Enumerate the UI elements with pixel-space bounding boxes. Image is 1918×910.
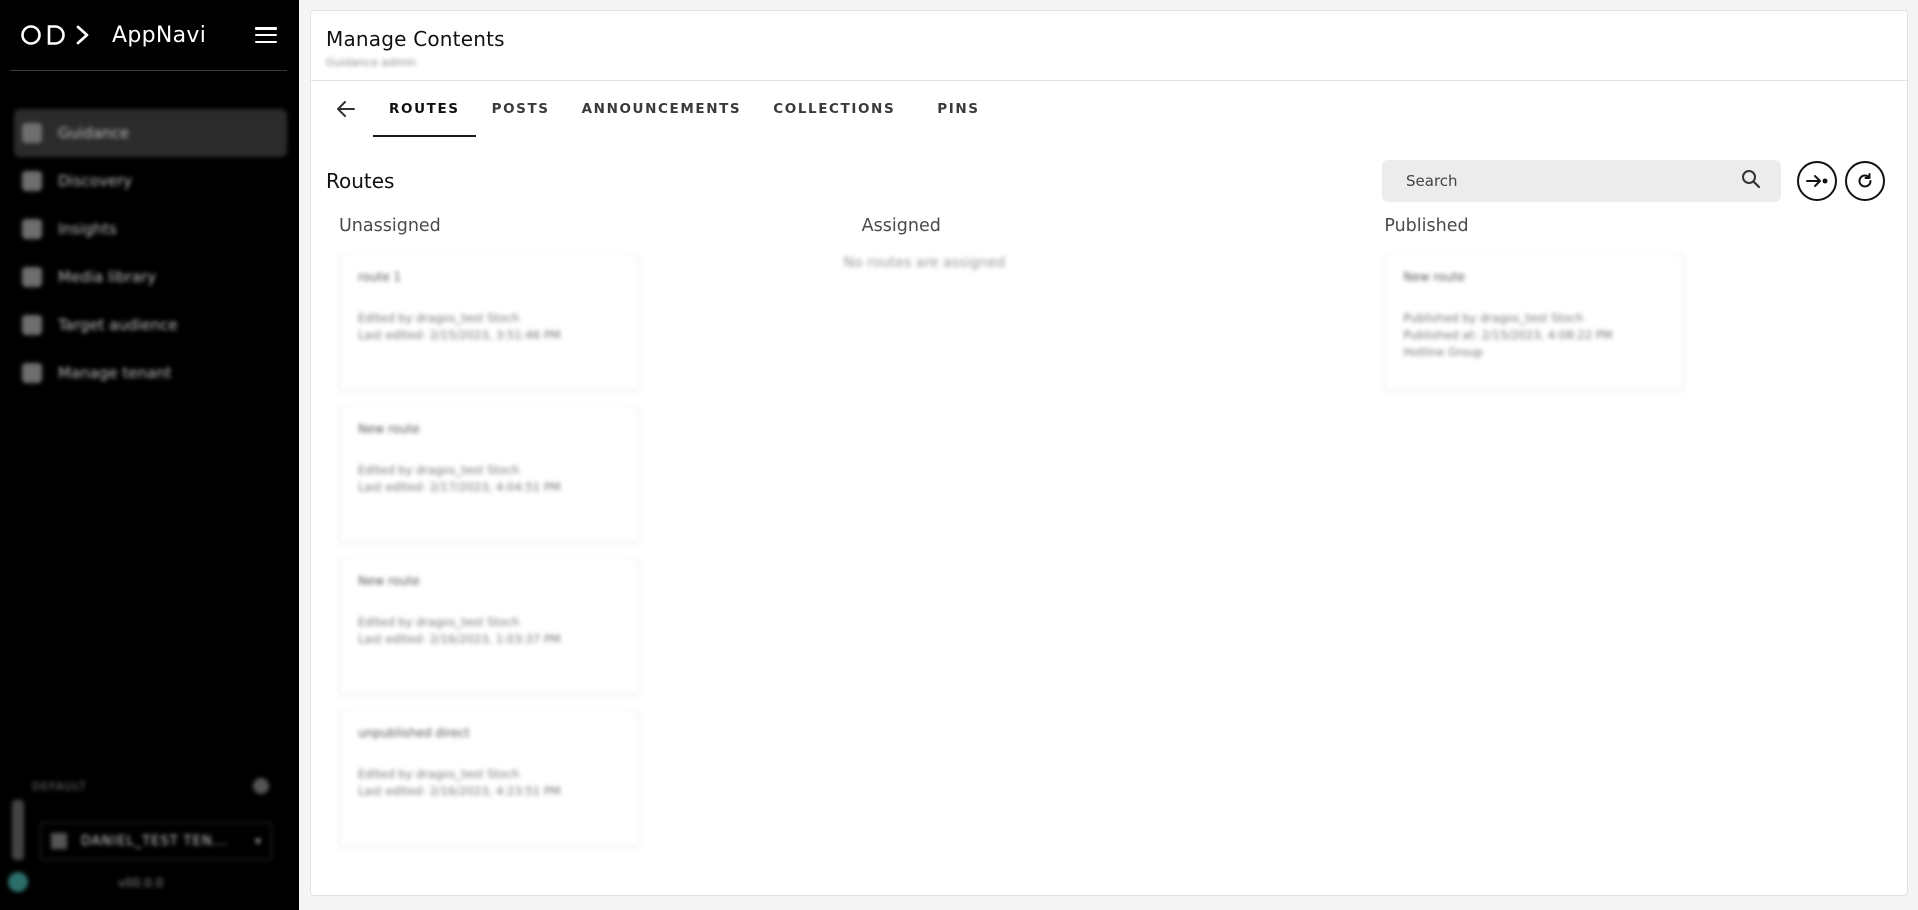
column-title: Unassigned [339,216,441,236]
status-dot-icon [8,872,28,892]
tenant-select[interactable]: DANIEL_TEST TEN... ▾ [40,822,272,860]
sidebar-item-insights[interactable]: Insights [14,205,287,253]
route-card[interactable]: New route Published by dragos_test Stoch… [1384,253,1685,391]
route-card-editor: Edited by dragos_test Stoch [358,767,520,781]
sidebar-item-manage-tenant[interactable]: Manage tenant [14,349,287,397]
brand-bar: AppNavi [10,0,287,71]
target-icon [22,315,42,335]
sidebar-item-label: Guidance [58,124,129,142]
route-card-title: unpublished direct [358,726,470,740]
search-icon [22,171,42,191]
gear-icon[interactable] [253,778,269,794]
sidebar-item-target-audience[interactable]: Target audience [14,301,287,349]
app-root: AppNavi Guidance Discovery Insights Medi… [0,0,1918,910]
tab-posts[interactable]: POSTS [476,81,566,137]
route-card-date: Last edited: 2/15/2023, 3:51:46 PM [358,328,561,342]
search-input[interactable] [1406,172,1741,190]
back-arrow-icon[interactable] [329,92,363,126]
route-card-publisher: Published by dragos_test Stoch [1403,311,1584,325]
sidebar-item-guidance[interactable]: Guidance [14,109,287,157]
project-label: DEFAULT [32,780,87,793]
route-card-date: Last edited: 2/16/2023, 4:23:51 PM [358,784,561,798]
page-subtitle: Guidance admin [326,56,417,69]
sidebar-item-label: Insights [58,220,117,238]
route-card[interactable]: New route Edited by dragos_test Stoch La… [339,405,639,543]
content-card: Manage Contents Guidance admin ROUTES PO… [310,10,1908,896]
tab-collections[interactable]: COLLECTIONS [757,81,921,137]
sidebar-item-label: Media library [58,268,157,286]
route-card-group: Hotline Group [1403,345,1483,359]
tab-routes[interactable]: ROUTES [373,81,476,137]
tab-bar: ROUTES POSTS ANNOUNCEMENTS COLLECTIONS P… [311,81,1907,137]
feedback-tab[interactable] [12,800,24,860]
tenant-icon [22,363,42,383]
insights-icon [22,219,42,239]
route-card-date: Published at: 2/15/2023, 4:08:22 PM [1403,328,1613,342]
route-card[interactable]: New route Edited by dragos_test Stoch La… [339,557,639,695]
tenant-icon [51,833,67,849]
route-card-title: route 1 [358,270,402,284]
column-published: Published New route Published by dragos_… [1384,211,1907,847]
refresh-button[interactable] [1845,161,1885,201]
chevron-down-icon: ▾ [254,834,261,848]
empty-state-text: No routes are assigned [843,255,1006,271]
route-card-title: New route [1403,270,1466,284]
sidebar-item-discovery[interactable]: Discovery [14,157,287,205]
media-icon [22,267,42,287]
page-header: Manage Contents Guidance admin [311,11,1907,81]
route-card-date: Last edited: 2/17/2023, 4:04:51 PM [358,480,561,494]
arrow-right-dot-icon [1806,175,1828,187]
toolbar-buttons [1797,161,1885,201]
sidebar-item-media-library[interactable]: Media library [14,253,287,301]
column-title: Assigned [861,216,941,236]
search-box [1382,160,1781,202]
route-card-editor: Edited by dragos_test Stoch [358,615,520,629]
brand-name: AppNavi [112,22,207,48]
column-unassigned: Unassigned route 1 Edited by dragos_test… [339,211,862,847]
route-card-date: Last edited: 2/16/2023, 1:03:37 PM [358,632,561,646]
route-card[interactable]: route 1 Edited by dragos_test Stoch Last… [339,253,639,391]
guidance-icon [22,123,42,143]
route-card-editor: Edited by dragos_test Stoch [358,311,520,325]
search-icon[interactable] [1741,169,1761,193]
sidebar-item-label: Discovery [58,172,133,190]
appnavi-logo-icon [20,24,98,46]
tab-announcements[interactable]: ANNOUNCEMENTS [566,81,758,137]
sidebar: AppNavi Guidance Discovery Insights Medi… [0,0,299,910]
tenant-select-value: DANIEL_TEST TEN... [81,833,228,849]
column-title: Published [1384,216,1469,236]
route-card-editor: Edited by dragos_test Stoch [358,463,520,477]
sidebar-item-label: Manage tenant [58,364,172,382]
sidebar-item-label: Target audience [58,316,178,334]
refresh-icon [1858,173,1872,188]
page-title: Manage Contents [326,27,505,51]
route-columns: Unassigned route 1 Edited by dragos_test… [311,211,1907,847]
assign-route-button[interactable] [1797,161,1837,201]
tab-pins[interactable]: PINS [921,81,995,137]
menu-icon[interactable] [255,27,277,43]
sidebar-nav: Guidance Discovery Insights Media librar… [0,109,299,397]
main-content: Manage Contents Guidance admin ROUTES PO… [299,0,1918,910]
app-version: v00.0.0 [118,876,164,890]
route-card-title: New route [358,422,420,436]
route-card-title: New route [358,574,420,588]
section-title: Routes [326,169,395,193]
sidebar-footer: DEFAULT DANIEL_TEST TEN... ▾ v00.0.0 [0,760,299,910]
route-card[interactable]: unpublished direct Edited by dragos_test… [339,709,639,847]
column-assigned: Assigned No routes are assigned [844,211,1385,847]
routes-toolbar: Routes [311,151,1907,211]
